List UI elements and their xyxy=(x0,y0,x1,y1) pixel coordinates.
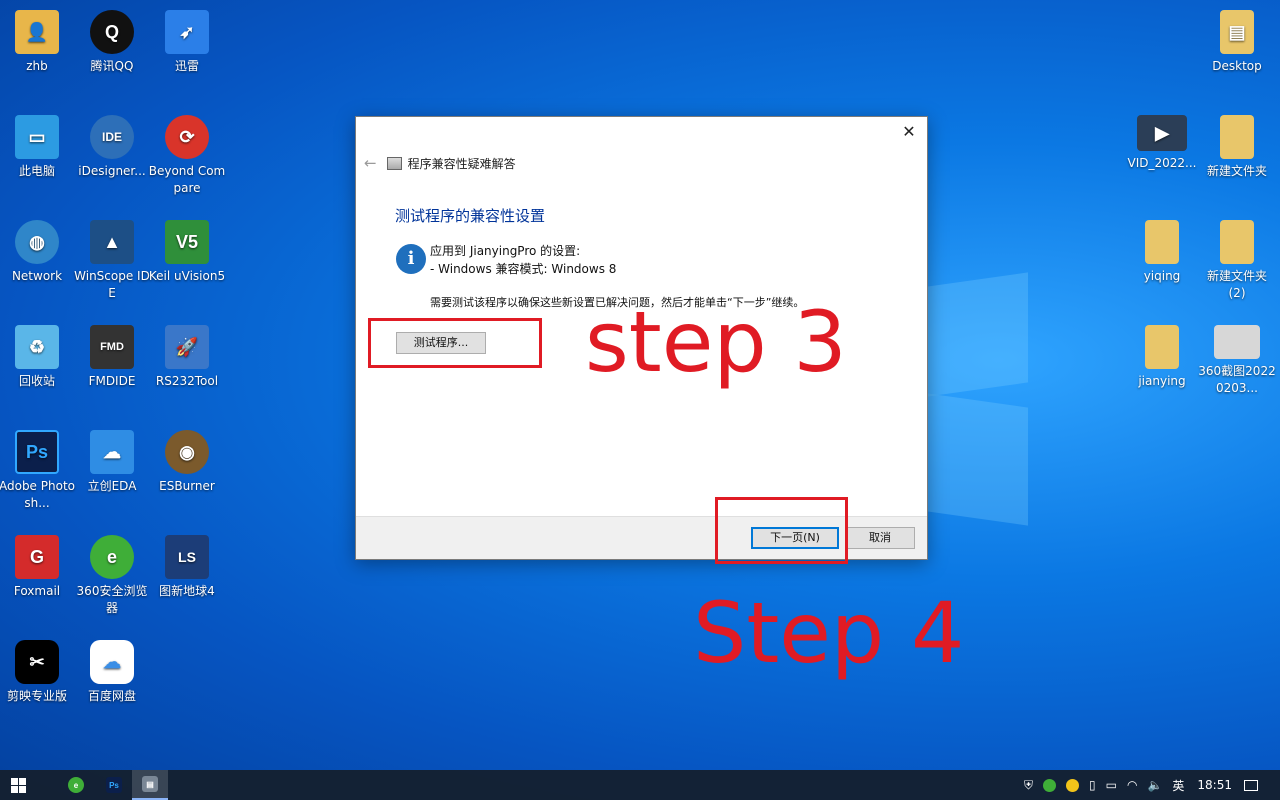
desktop-icon-lceda[interactable]: ☁ 立创EDA xyxy=(73,430,151,495)
system-tray: ⛨ ▯ ▭ ◠ 🔈 英 18:51 xyxy=(1019,770,1280,800)
desktop-icon-winscope[interactable]: ▲ WinScope IDE xyxy=(73,220,151,302)
desktop-icon-fmdide[interactable]: FMD FMDIDE xyxy=(73,325,151,390)
owl-icon: ◉ xyxy=(165,430,209,474)
keil-icon: V5 xyxy=(165,220,209,264)
jianying-icon: ✂ xyxy=(15,640,59,684)
qq-penguin-icon: Q xyxy=(90,10,134,54)
step3-highlight-box xyxy=(368,318,542,368)
desktop-icon-earth4[interactable]: LS 图新地球4 xyxy=(148,535,226,600)
step3-label: step 3 xyxy=(585,293,847,391)
desktop-icon-new-folder[interactable]: 新建文件夹 xyxy=(1198,115,1276,180)
winscope-icon: ▲ xyxy=(90,220,134,264)
compat-mode-line: - Windows 兼容模式: Windows 8 xyxy=(430,262,617,276)
dialog-heading: 测试程序的兼容性设置 xyxy=(395,207,546,225)
desktop-icon-yiqing[interactable]: yiqing xyxy=(1123,220,1201,285)
document-icon: ▤ xyxy=(1220,10,1254,54)
recycle-bin-icon: ♻ xyxy=(15,325,59,369)
dialog-nav-title: 程序兼容性疑难解答 xyxy=(407,156,516,171)
folder-icon xyxy=(1145,325,1179,369)
thunder-bird-icon: ➶ xyxy=(165,10,209,54)
folder-user-icon: 👤 xyxy=(15,10,59,54)
desktop-icon-jianying-folder[interactable]: jianying xyxy=(1123,325,1201,390)
chip-icon: FMD xyxy=(90,325,134,369)
folder-icon xyxy=(1220,220,1254,264)
close-icon[interactable]: ✕ xyxy=(899,122,919,142)
dialog-nav-bar: ← 程序兼容性疑难解答 xyxy=(364,154,516,172)
cancel-button[interactable]: 取消 xyxy=(845,527,915,549)
desktop-icon-esburner[interactable]: ◉ ESBurner xyxy=(148,430,226,495)
desktop-icon-photoshop[interactable]: Ps Adobe Photosh... xyxy=(0,430,76,512)
start-button[interactable] xyxy=(0,770,36,800)
desktop-icon-keil[interactable]: V5 Keil uVision5 xyxy=(148,220,226,285)
desktop-icon-rs232tool[interactable]: 🚀 RS232Tool xyxy=(148,325,226,390)
windows-start-icon xyxy=(10,777,26,793)
image-file-icon xyxy=(1214,325,1260,359)
video-file-icon: ▶ xyxy=(1137,115,1187,151)
settings-summary: 应用到 JianyingPro 的设置: - Windows 兼容模式: Win… xyxy=(430,242,616,278)
notification-center-icon[interactable] xyxy=(1244,779,1258,791)
desktop-icon-screenshot[interactable]: 360截图20220203... xyxy=(1198,325,1276,397)
desktop-icon-recycle-bin[interactable]: ♻ 回收站 xyxy=(0,325,76,390)
cloud-disk-icon: ☁ xyxy=(90,640,134,684)
folder-icon xyxy=(1220,115,1254,159)
desktop-icon-idesigner[interactable]: IDE iDesigner... xyxy=(73,115,151,180)
taskbar-app-360-browser[interactable]: e xyxy=(58,770,94,800)
desktop-icon-jianying[interactable]: ✂ 剪映专业版 xyxy=(0,640,76,705)
desktop-icon-desktop-file[interactable]: ▤ Desktop xyxy=(1198,10,1276,75)
desktop-icon-thunder[interactable]: ➶ 迅雷 xyxy=(148,10,226,75)
desktop-icon-new-folder-2[interactable]: 新建文件夹 (2) xyxy=(1198,220,1276,302)
browser-360-icon: e xyxy=(90,535,134,579)
desktop-icon-video[interactable]: ▶ VID_2022... xyxy=(1123,115,1201,172)
desktop-icon-qq[interactable]: Q 腾讯QQ xyxy=(73,10,151,75)
browser-360-icon: e xyxy=(68,777,84,793)
photoshop-icon: Ps xyxy=(15,430,59,474)
taskbar-app-photoshop[interactable]: Ps xyxy=(96,770,132,800)
beyond-compare-icon: ⟳ xyxy=(165,115,209,159)
cloud-eda-icon: ☁ xyxy=(90,430,134,474)
earth4-icon: LS xyxy=(165,535,209,579)
wifi-icon[interactable]: ◠ xyxy=(1127,778,1137,792)
usb-drive-icon[interactable]: ▯ xyxy=(1089,778,1096,792)
desktop-icon-this-pc[interactable]: ▭ 此电脑 xyxy=(0,115,76,180)
taskbar: e Ps ▤ ⛨ ▯ ▭ ◠ 🔈 英 18:51 xyxy=(0,770,1280,800)
clock[interactable]: 18:51 xyxy=(1197,778,1232,792)
security-shield-icon[interactable]: ⛨ xyxy=(1024,778,1033,793)
desktop-icon-beyond-compare[interactable]: ⟳ Beyond Compare xyxy=(148,115,226,197)
taskbar-app-troubleshooter[interactable]: ▤ xyxy=(132,770,168,800)
battery-icon[interactable]: ▭ xyxy=(1106,778,1117,792)
desktop-icon-foxmail[interactable]: G Foxmail xyxy=(0,535,76,600)
desktop-icon-baidu-netdisk[interactable]: ☁ 百度网盘 xyxy=(73,640,151,705)
computer-icon: ▭ xyxy=(15,115,59,159)
step4-label: Step 4 xyxy=(693,584,965,682)
photoshop-icon: Ps xyxy=(106,777,122,793)
step4-highlight-box xyxy=(715,497,848,564)
network-globe-icon: ◍ xyxy=(15,220,59,264)
tray-plus-icon[interactable] xyxy=(1066,778,1079,792)
idesigner-icon: IDE xyxy=(90,115,134,159)
ime-indicator[interactable]: 英 xyxy=(1172,777,1184,794)
desktop-icon-network[interactable]: ◍ Network xyxy=(0,220,76,285)
rocket-icon: 🚀 xyxy=(165,325,209,369)
desktop-icon-360-browser[interactable]: e 360安全浏览器 xyxy=(73,535,151,617)
troubleshooter-app-icon: ▤ xyxy=(142,776,158,792)
folder-icon xyxy=(1145,220,1179,264)
troubleshooter-app-icon xyxy=(386,156,402,170)
info-icon: i xyxy=(396,244,426,274)
apply-to-line: 应用到 JianyingPro 的设置: xyxy=(430,244,581,258)
tray-360-icon[interactable] xyxy=(1043,778,1056,792)
desktop-icon-zhb[interactable]: 👤 zhb xyxy=(0,10,76,75)
volume-icon[interactable]: 🔈 xyxy=(1147,778,1162,792)
foxmail-icon: G xyxy=(15,535,59,579)
back-arrow-icon[interactable]: ← xyxy=(364,154,377,172)
